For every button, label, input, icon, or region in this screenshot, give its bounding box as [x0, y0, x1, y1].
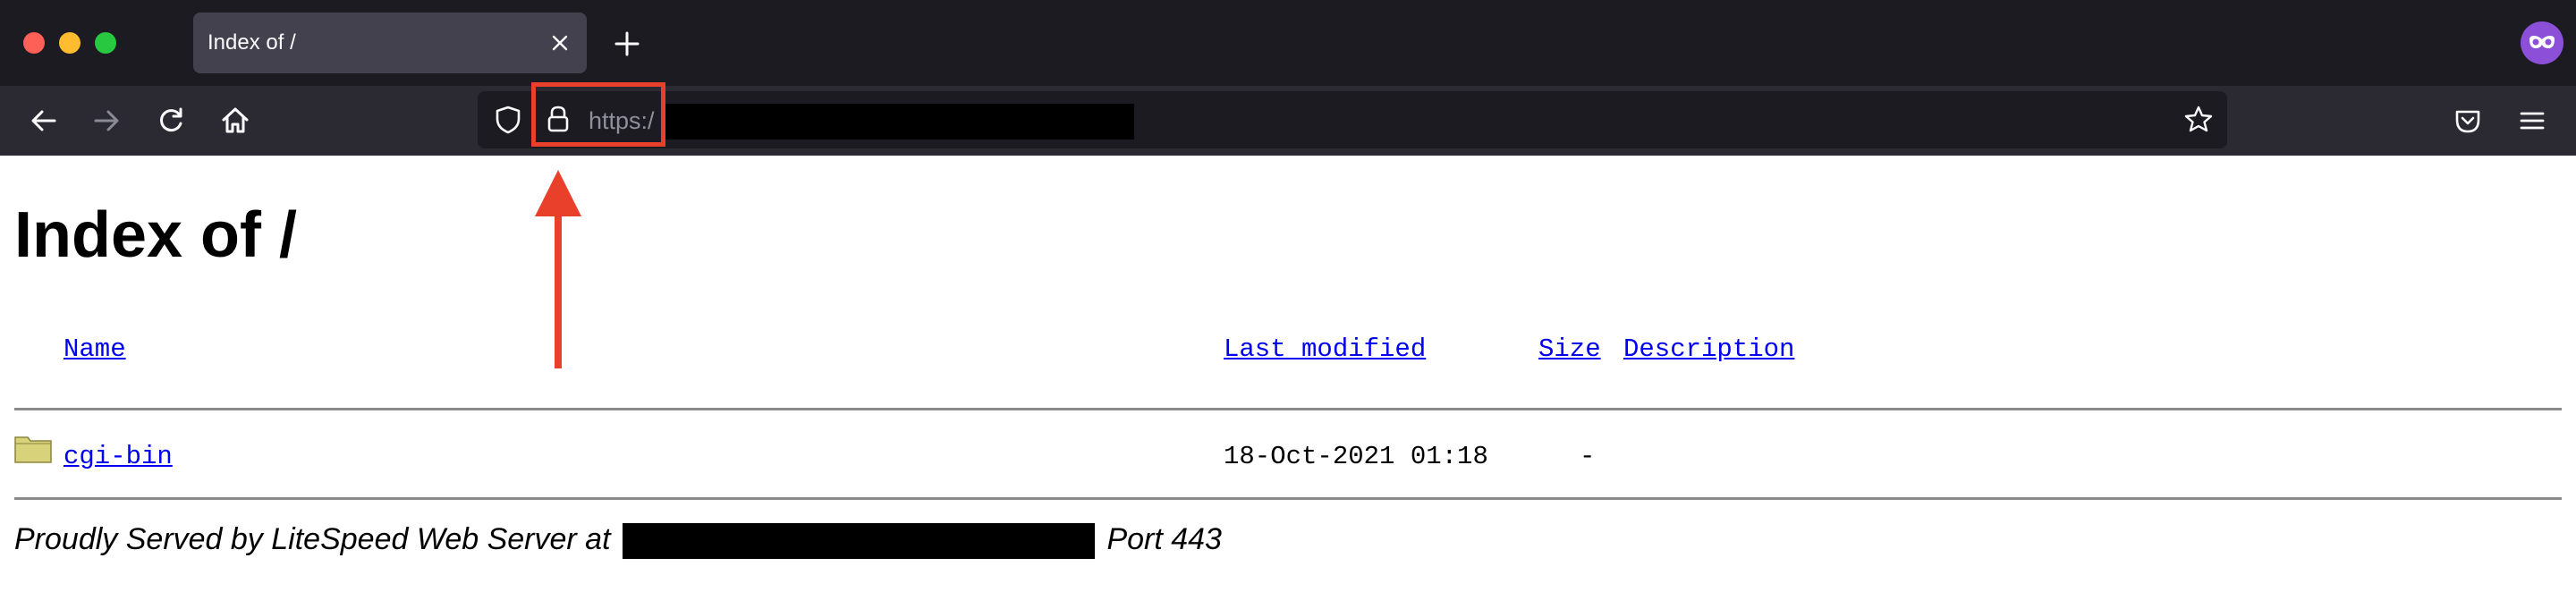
back-arrow-icon[interactable]	[27, 104, 61, 138]
shield-icon[interactable]	[492, 104, 524, 136]
footer-suffix: Port 443	[1106, 522, 1222, 556]
column-header-last-modified[interactable]: Last modified	[1224, 334, 1426, 364]
navigation-toolbar: https:/	[0, 86, 2576, 156]
row-size: -	[1580, 442, 1596, 471]
footer-divider	[14, 497, 2562, 500]
url-highlight-box	[531, 82, 665, 147]
private-browsing-icon	[2521, 21, 2563, 64]
footer-redaction	[622, 523, 1095, 560]
url-bar[interactable]: https:/	[478, 91, 2227, 148]
browser-chrome: Index of / https:/	[0, 0, 2576, 156]
url-redaction	[662, 104, 1134, 140]
window-close-button[interactable]	[23, 32, 45, 54]
file-link-cgi-bin[interactable]: cgi-bin	[64, 442, 173, 471]
window-minimize-button[interactable]	[59, 32, 80, 54]
window-zoom-button[interactable]	[95, 32, 116, 54]
red-arrow-annotation	[535, 170, 581, 368]
close-icon[interactable]	[547, 30, 572, 55]
tab-strip: Index of /	[0, 0, 2576, 86]
folder-icon	[14, 436, 52, 463]
page-title: Index of /	[14, 199, 298, 271]
header-divider	[14, 408, 2562, 410]
menu-icon[interactable]	[2515, 104, 2549, 138]
footer-prefix: Proudly Served by LiteSpeed Web Server a…	[14, 522, 611, 556]
pocket-icon[interactable]	[2451, 104, 2485, 138]
home-icon[interactable]	[218, 104, 252, 138]
tab-active[interactable]: Index of /	[193, 13, 587, 73]
column-header-description[interactable]: Description	[1623, 334, 1794, 364]
plus-icon[interactable]	[612, 29, 642, 59]
row-last-modified: 18-Oct-2021 01:18	[1224, 442, 1488, 471]
column-header-size[interactable]: Size	[1538, 334, 1601, 364]
bookmark-star-icon[interactable]	[2182, 104, 2215, 136]
column-header-name[interactable]: Name	[64, 334, 126, 364]
server-footer: Proudly Served by LiteSpeed Web Server a…	[14, 522, 1222, 560]
tab-title: Index of /	[208, 30, 296, 55]
forward-arrow-icon[interactable]	[89, 104, 123, 138]
reload-icon[interactable]	[154, 104, 188, 138]
